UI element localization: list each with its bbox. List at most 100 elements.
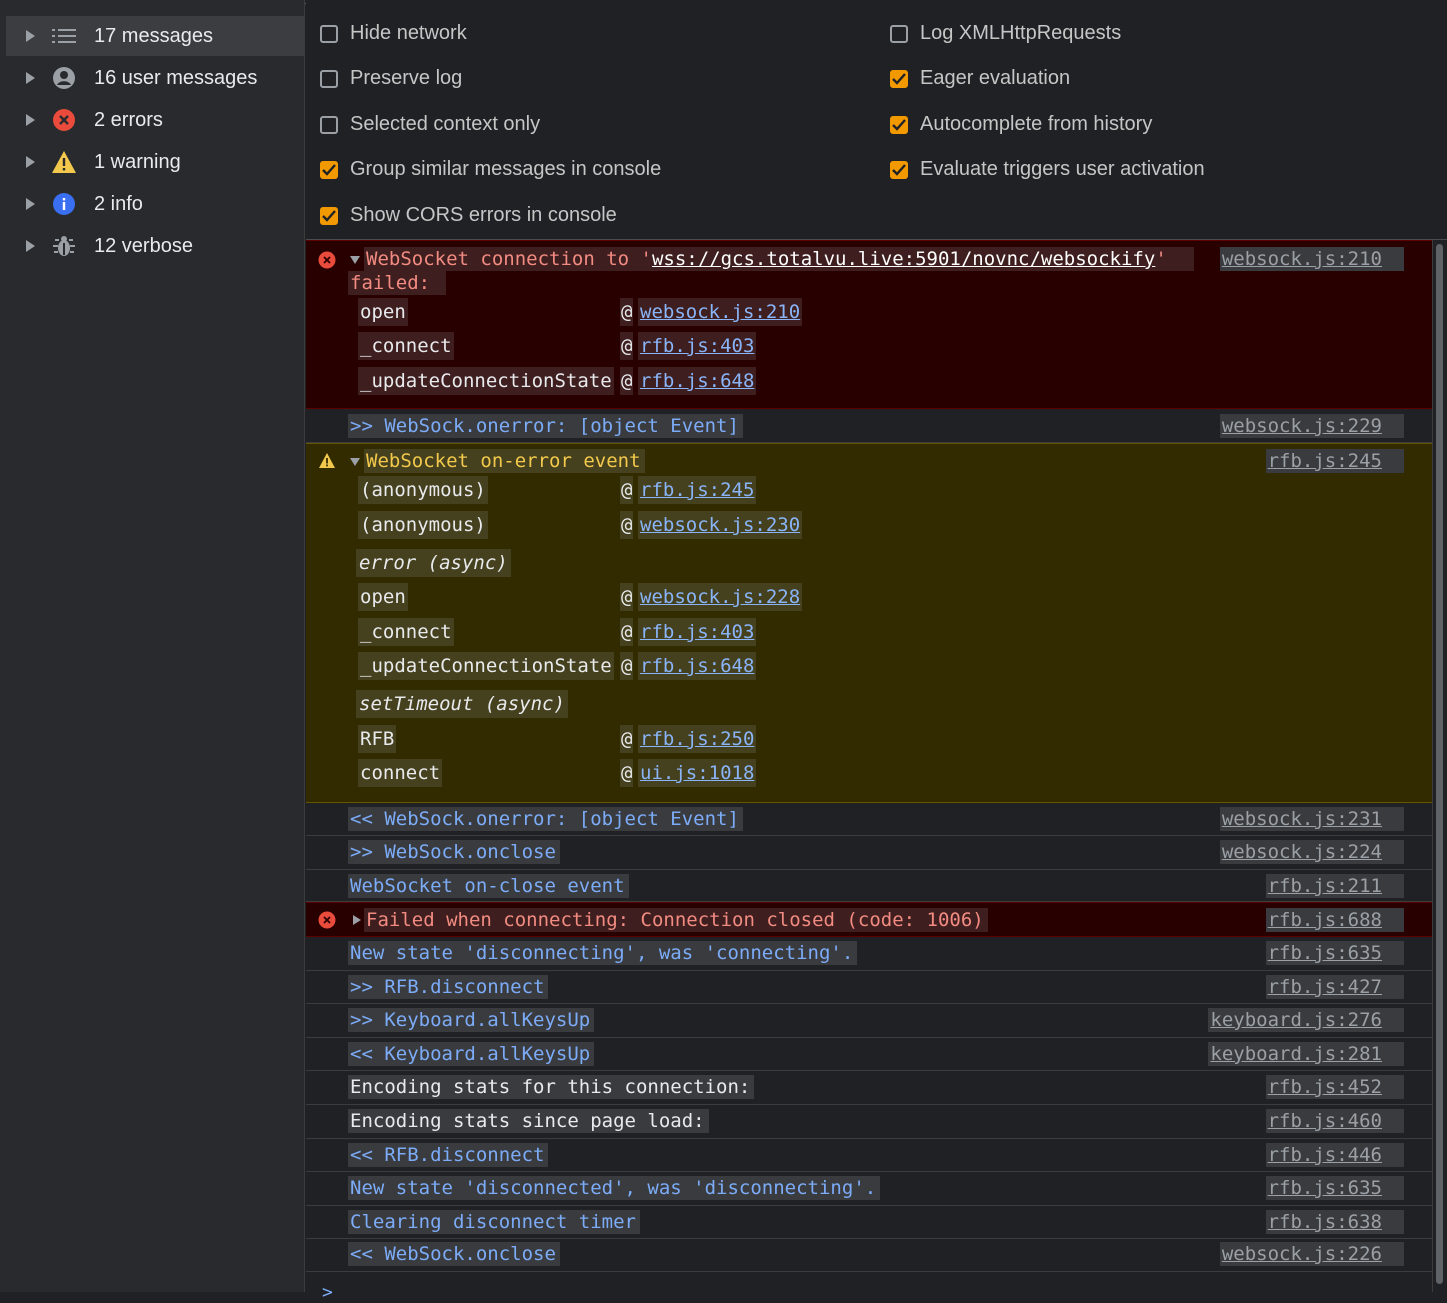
preserve-log-option[interactable]: Preserve log [320,67,462,90]
log-text: >> RFB.disconnect [348,975,549,999]
sidebar-item-verbose[interactable]: 12 verbose [6,226,304,266]
console-sidebar: 17 messages 16 user messages 2 errors 1 … [0,0,305,1292]
stack-frame-link[interactable]: websock.js:230 [638,511,803,539]
hide-network-option[interactable]: Hide network [320,22,467,45]
eager-eval-option[interactable]: Eager evaluation [890,67,1070,90]
stack-frame-link[interactable]: rfb.js:250 [638,725,757,753]
expand-arrow-icon[interactable] [26,240,35,252]
sidebar-item-user-messages[interactable]: 16 user messages [6,58,304,98]
source-link[interactable]: websock.js:210 [1219,247,1404,271]
stack-frame-name: connect [358,759,443,787]
source-link[interactable]: rfb.js:688 [1265,908,1404,932]
stack-frame-link[interactable]: rfb.js:403 [638,618,757,646]
log-xhr-option[interactable]: Log XMLHttpRequests [890,22,1121,45]
console-settings-panel: Hide network Preserve log Selected conte… [306,0,1447,240]
collapse-arrow-icon[interactable] [350,458,360,466]
console-log-message: WebSocket on-close event rfb.js:211 [306,870,1432,902]
source-link[interactable]: rfb.js:446 [1265,1143,1404,1167]
log-text: WebSocket on-close event [348,874,629,898]
group-similar-checkbox[interactable] [320,160,338,179]
source-link[interactable]: websock.js:229 [1219,414,1404,438]
source-link[interactable]: keyboard.js:281 [1208,1042,1404,1066]
option-label: Evaluate triggers user activation [920,158,1205,180]
error-icon [318,251,336,269]
stack-frame-at: @ [620,298,634,326]
stack-frame-link[interactable]: rfb.js:648 [638,652,757,680]
warning-icon [51,149,77,175]
stack-frame-link[interactable]: rfb.js:648 [638,367,757,395]
selected-context-option[interactable]: Selected context only [320,113,540,136]
console-log-message: << WebSock.onclose websock.js:226 [306,1239,1432,1272]
log-xhr-checkbox[interactable] [890,24,908,43]
stack-frame-link[interactable]: rfb.js:403 [638,332,757,360]
stack-frame-name: _connect [358,618,454,646]
sidebar-item-info[interactable]: 2 info [6,184,304,224]
stack-frame-link[interactable]: rfb.js:245 [638,476,757,504]
stack-frame-at: @ [620,725,634,753]
source-link[interactable]: rfb.js:638 [1265,1210,1404,1234]
option-label: Selected context only [350,113,541,135]
stack-frame-link[interactable]: ui.js:1018 [638,759,757,787]
source-link[interactable]: rfb.js:635 [1265,1176,1404,1200]
expand-arrow-icon[interactable] [26,156,35,168]
autocomplete-checkbox[interactable] [890,115,908,134]
sidebar-item-label: 2 info [94,192,143,215]
group-similar-option[interactable]: Group similar messages in console [320,158,661,181]
sidebar-item-label: 16 user messages [94,66,258,89]
stack-frame-link[interactable]: websock.js:210 [638,298,803,326]
source-link[interactable]: rfb.js:635 [1265,941,1404,965]
console-log-message: << WebSock.onerror: [object Event] webso… [306,803,1432,836]
source-link[interactable]: websock.js:224 [1219,840,1404,864]
source-link[interactable]: rfb.js:211 [1265,874,1404,898]
console-log-message: >> WebSock.onclose websock.js:224 [306,836,1432,870]
console-log-message: Clearing disconnect timer rfb.js:638 [306,1206,1432,1239]
expand-arrow-icon[interactable] [26,114,35,126]
sidebar-item-errors[interactable]: 2 errors [6,100,304,140]
stack-frame-at: @ [620,332,634,360]
sidebar-item-label: 17 messages [94,24,213,47]
preserve-log-checkbox[interactable] [320,69,338,88]
stack-frame-name: open [358,298,408,326]
eval-triggers-option[interactable]: Evaluate triggers user activation [890,158,1205,181]
async-boundary-label: setTimeout (async) [356,690,568,718]
expand-arrow-icon[interactable] [26,30,35,42]
eager-eval-checkbox[interactable] [890,69,908,88]
async-boundary-label: error (async) [356,549,511,577]
stack-frame-at: @ [620,583,634,611]
source-link[interactable]: websock.js:226 [1219,1242,1404,1266]
console-scrollbar-thumb[interactable] [1436,244,1443,1284]
expand-arrow-icon[interactable] [26,72,35,84]
stack-frame-link[interactable]: websock.js:228 [638,583,803,611]
stack-frame-at: @ [620,759,634,787]
source-link[interactable]: rfb.js:460 [1265,1109,1404,1133]
stack-frame-at: @ [620,618,634,646]
source-link[interactable]: websock.js:231 [1219,807,1404,831]
source-link[interactable]: rfb.js:452 [1265,1075,1404,1099]
console-warning-message: WebSocket on-error event rfb.js:245 (ano… [306,443,1432,803]
log-text: New state 'disconnected', was 'disconnec… [348,1176,881,1200]
expand-arrow-icon[interactable] [26,198,35,210]
log-text: Clearing disconnect timer [348,1210,640,1234]
console-prompt[interactable]: > [322,1282,333,1303]
error-text: Failed when connecting: Connection close… [364,908,988,932]
stack-frame-name: RFB [358,725,397,753]
source-link[interactable]: rfb.js:427 [1265,975,1404,999]
expand-arrow-icon[interactable] [353,915,361,925]
autocomplete-option[interactable]: Autocomplete from history [890,113,1152,136]
sidebar-item-messages[interactable]: 17 messages [6,16,304,56]
selected-context-checkbox[interactable] [320,115,338,134]
source-link[interactable]: rfb.js:245 [1265,449,1404,473]
show-cors-option[interactable]: Show CORS errors in console [320,204,617,227]
show-cors-checkbox[interactable] [320,206,338,225]
hide-network-checkbox[interactable] [320,24,338,43]
stack-frame-name: (anonymous) [358,511,488,539]
stack-frame-name: _updateConnectionState [358,652,614,680]
sidebar-item-warnings[interactable]: 1 warning [6,142,304,182]
collapse-arrow-icon[interactable] [350,256,360,264]
websocket-url-link[interactable]: wss://gcs.totalvu.live:5901/novnc/websoc… [652,248,1155,270]
user-icon [51,65,77,91]
source-link[interactable]: keyboard.js:276 [1208,1008,1404,1032]
list-icon [51,23,77,49]
log-text: New state 'disconnecting', was 'connecti… [348,941,858,965]
eval-triggers-checkbox[interactable] [890,160,908,179]
